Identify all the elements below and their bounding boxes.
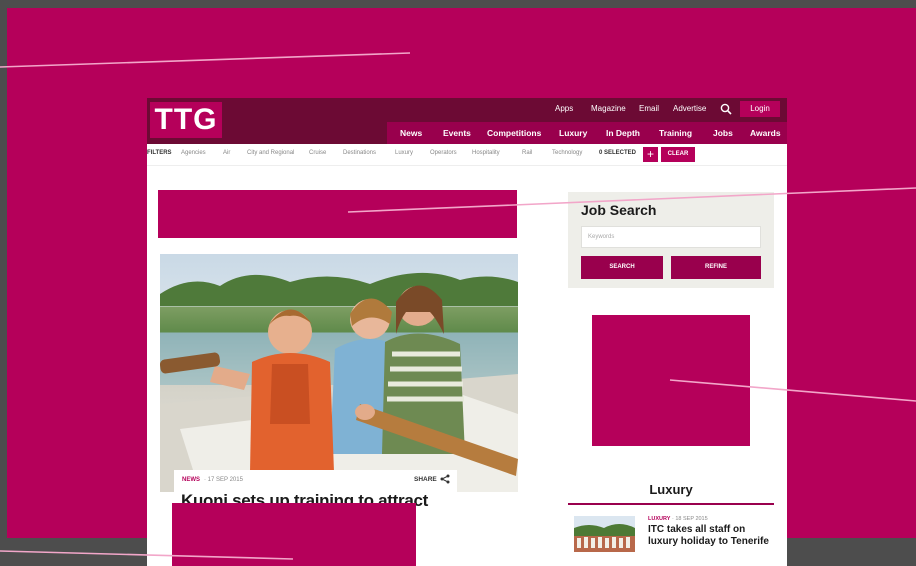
callout-line-top [0, 52, 411, 68]
luxury-section-title[interactable]: Luxury [568, 481, 774, 505]
article-date: · 17 SEP 2015 [204, 477, 243, 483]
filter-item[interactable]: Rail [522, 150, 532, 156]
filter-item[interactable]: Hospitality [472, 150, 500, 156]
filter-item[interactable]: City and Regional [247, 150, 294, 156]
frame-top-border [0, 0, 916, 8]
annotation-box-headline [158, 190, 517, 238]
annotation-box-ad [592, 315, 750, 446]
rowing-family-photo [160, 272, 518, 492]
job-keyword-input[interactable]: Keywords [581, 226, 761, 248]
filter-item[interactable]: Luxury [395, 150, 413, 156]
job-search-panel: Job Search Keywords SEARCH REFINE [568, 192, 774, 288]
share-icon[interactable] [440, 474, 450, 484]
filter-label: FILTERS [147, 150, 172, 156]
nav-in-depth[interactable]: In Depth [606, 128, 640, 138]
group-photo [574, 524, 635, 552]
filter-item[interactable]: Cruise [309, 150, 326, 156]
util-link-advertise[interactable]: Advertise [673, 104, 706, 113]
filter-item[interactable]: Technology [552, 150, 582, 156]
luxury-item-tag[interactable]: LUXURY [648, 516, 670, 522]
luxury-item-title[interactable]: ITC takes all staff on luxury holiday to… [648, 524, 778, 548]
frame-bottom-left [7, 538, 147, 566]
util-link-magazine[interactable]: Magazine [591, 104, 626, 113]
nav-events[interactable]: Events [443, 128, 471, 138]
filter-item[interactable]: Operators [430, 150, 457, 156]
util-link-apps[interactable]: Apps [555, 104, 573, 113]
nav-training[interactable]: Training [659, 128, 692, 138]
search-icon[interactable] [720, 103, 732, 115]
job-search-title: Job Search [581, 202, 657, 218]
job-refine-button[interactable]: REFINE [671, 256, 761, 279]
nav-luxury[interactable]: Luxury [559, 128, 587, 138]
filter-selected-count: 0 SELECTED [599, 150, 637, 156]
site-header: TTG Apps Magazine Email Advertise Login … [147, 98, 787, 144]
luxury-item-thumbnail[interactable] [574, 516, 635, 552]
filter-item[interactable]: Air [223, 150, 230, 156]
nav-jobs[interactable]: Jobs [713, 128, 733, 138]
share-label[interactable]: SHARE [414, 476, 437, 483]
login-button[interactable]: Login [740, 101, 780, 117]
filter-item[interactable]: Destinations [343, 150, 376, 156]
luxury-item-date: · 18 SEP 2015 [672, 516, 708, 522]
ttg-logo[interactable]: TTG [150, 102, 222, 138]
main-nav: News Events Competitions Luxury In Depth… [387, 122, 787, 144]
util-link-email[interactable]: Email [639, 104, 659, 113]
filter-item[interactable]: Agencies [181, 150, 206, 156]
frame-bottom-right [787, 538, 916, 566]
article-tag[interactable]: NEWS [182, 477, 200, 483]
nav-awards[interactable]: Awards [750, 128, 781, 138]
nav-competitions[interactable]: Competitions [487, 128, 541, 138]
filter-bar: FILTERS Agencies Air City and Regional C… [147, 144, 787, 166]
nav-news[interactable]: News [400, 128, 422, 138]
clear-filters-button[interactable]: CLEAR [661, 147, 695, 162]
article-hero-image[interactable] [160, 254, 518, 492]
annotation-box-body [172, 503, 416, 566]
frame-left-border [0, 0, 7, 566]
add-filter-button[interactable]: + [643, 147, 658, 162]
job-search-button[interactable]: SEARCH [581, 256, 663, 279]
